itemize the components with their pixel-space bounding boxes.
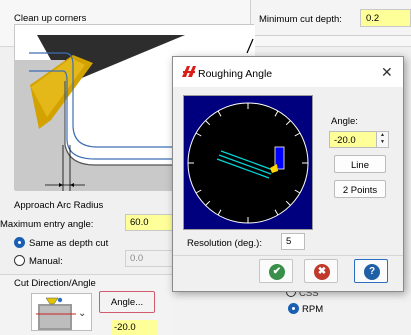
same-as-depth-radio[interactable] (14, 237, 25, 248)
angle-button[interactable]: Angle... (99, 291, 155, 313)
dialog-title: Roughing Angle (198, 68, 273, 80)
same-as-depth-label: Same as depth cut (29, 238, 109, 249)
dialog-titlebar: Roughing Angle ✕ (173, 57, 403, 87)
ok-button[interactable]: ✔ (259, 259, 293, 283)
rpm-label: RPM (302, 304, 324, 315)
check-icon: ✔ (269, 264, 285, 280)
angle-spinbox[interactable]: -20.0 ▲ ▼ (329, 131, 389, 148)
close-icon[interactable]: ✕ (381, 64, 393, 81)
spin-arrows-icon[interactable]: ▲ ▼ (376, 132, 388, 147)
app-logo-icon (182, 66, 196, 77)
minimum-cut-depth-input[interactable]: 0.2 (360, 9, 411, 27)
max-entry-angle-input[interactable]: 60.0 (125, 214, 173, 231)
angle-input[interactable]: -20.0 (334, 135, 356, 146)
minimum-cut-depth-label: Minimum cut depth: (259, 14, 342, 25)
manual-input[interactable]: 0.0 (125, 250, 173, 267)
line-button[interactable]: Line (334, 155, 386, 173)
resolution-input[interactable]: 5 (281, 233, 305, 250)
two-points-button[interactable]: 2 Points (334, 180, 386, 198)
cancel-button[interactable]: ✖ (304, 259, 338, 283)
max-entry-angle-label: Maximum entry angle: (0, 219, 94, 230)
approach-arc-title: Approach Arc Radius (14, 200, 104, 211)
manual-radio[interactable] (14, 255, 25, 266)
help-icon: ? (364, 264, 380, 280)
manual-label: Manual: (29, 256, 63, 267)
roughing-angle-dialog: Roughing Angle ✕ Angle: -20.0 ▲ ▼ Line 2… (172, 56, 404, 292)
resolution-label: Resolution (deg.): (187, 238, 262, 249)
button-bar-separator (173, 255, 403, 256)
chevron-down-icon[interactable]: ⌄ (78, 308, 86, 319)
angle-dial[interactable] (183, 95, 313, 230)
angle-label: Angle: (331, 116, 358, 127)
cancel-icon: ✖ (314, 264, 330, 280)
rpm-radio[interactable] (288, 303, 299, 314)
help-button[interactable]: ? (354, 259, 388, 283)
cut-angle-value: -20.0 (111, 320, 157, 335)
clean-up-corners-label: Clean up corners (14, 13, 87, 24)
cut-direction-title: Cut Direction/Angle (14, 278, 96, 289)
angle-dial-graphic (187, 102, 309, 224)
